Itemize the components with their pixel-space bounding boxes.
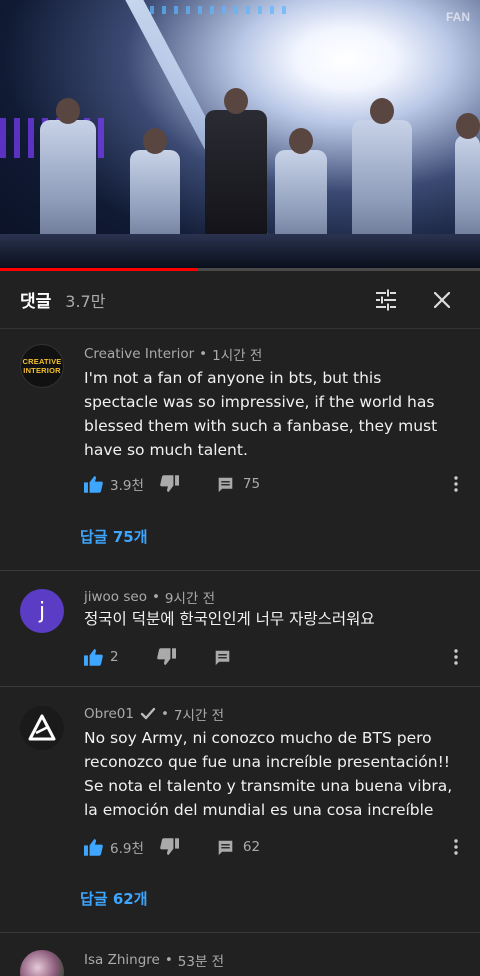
meta-separator: • (199, 346, 208, 362)
avatar-logo-text: CREATIVE (22, 357, 62, 366)
dislike-button[interactable] (160, 838, 179, 856)
meta-separator: • (164, 952, 173, 968)
comment-item: Isa Zhingre • 53분 전 (0, 938, 480, 976)
close-icon (433, 291, 451, 308)
more-vertical-icon (454, 839, 458, 855)
comment-meta: Creative Interior • 1시간 전 (84, 344, 262, 364)
comments-header: 댓글 3.7만 (0, 271, 480, 329)
comment-actions: 6.9천 62 (84, 835, 260, 859)
comment-author[interactable]: jiwoo seo (84, 589, 147, 605)
meta-separator: • (151, 589, 160, 605)
more-vertical-icon (454, 476, 458, 492)
meta-separator: • (160, 706, 169, 722)
reply-button[interactable] (214, 649, 231, 666)
divider (0, 570, 480, 571)
more-options-button[interactable] (446, 645, 466, 669)
thumbs-down-icon (160, 475, 179, 492)
divider (0, 686, 480, 687)
dislike-button[interactable] (156, 648, 176, 666)
comment-item: j jiwoo seo • 9시간 전 정국이 덕분에 한국인인게 너무 자랑스… (0, 575, 480, 685)
thumbs-down-icon (160, 838, 179, 855)
video-player[interactable]: FAN (0, 0, 480, 268)
reply-button[interactable]: 62 (217, 839, 260, 856)
more-options-button[interactable] (446, 472, 466, 496)
view-replies-link[interactable]: 답글 75개 (80, 526, 148, 547)
reply-button[interactable]: 75 (217, 476, 260, 493)
comment-author[interactable]: Isa Zhingre (84, 952, 160, 968)
like-count: 3.9천 (110, 478, 144, 494)
comment-time: 9시간 전 (164, 591, 216, 607)
comment-meta: Obre01 • 7시간 전 (84, 704, 224, 724)
comment-actions: 3.9천 75 (84, 472, 260, 496)
thumbs-down-icon (156, 648, 176, 665)
reply-count: 75 (242, 476, 261, 492)
sort-filter-button[interactable] (368, 282, 404, 318)
avatar-letter: j (38, 598, 46, 624)
avatar[interactable]: j (20, 589, 64, 633)
video-watermark: FAN (446, 10, 470, 24)
comment-text: 정국이 덕분에 한국인인게 너무 자랑스러워요 (84, 610, 375, 628)
comment-text: No soy Army, ni conozco mucho de BTS per… (84, 729, 453, 819)
comments-count: 3.7만 (65, 291, 106, 311)
sort-filter-icon (376, 289, 396, 310)
triangle-logo-icon (28, 714, 56, 741)
comment-author[interactable]: Obre01 (84, 706, 134, 722)
verified-check-icon (140, 707, 156, 720)
reply-comment-icon (218, 840, 233, 855)
stage-lights (150, 6, 290, 14)
avatar[interactable]: CREATIVE INTERIOR (20, 344, 64, 388)
comment-time: 1시간 전 (212, 348, 263, 364)
thumbs-up-icon (84, 649, 103, 666)
like-button[interactable]: 2 (84, 648, 119, 666)
avatar[interactable] (20, 950, 64, 976)
comment-author[interactable]: Creative Interior (84, 346, 194, 362)
reply-count: 62 (242, 839, 261, 855)
avatar[interactable] (20, 706, 64, 750)
stage-floor (0, 234, 480, 268)
more-options-button[interactable] (446, 835, 466, 859)
close-button[interactable] (424, 282, 460, 318)
dislike-button[interactable] (160, 475, 179, 493)
reply-comment-icon (218, 477, 233, 492)
comment-time: 53분 전 (177, 954, 225, 970)
comment-item: Obre01 • 7시간 전 No soy Army, ni conozco m… (0, 692, 480, 932)
thumbs-up-icon (84, 476, 103, 493)
comment-actions: 2 (84, 645, 231, 669)
comment-meta: Isa Zhingre • 53분 전 (84, 950, 224, 970)
reply-comment-icon (215, 650, 229, 665)
like-count: 6.9천 (110, 841, 144, 857)
comment-item: CREATIVE INTERIOR Creative Interior • 1시… (0, 330, 480, 570)
thumbs-up-icon (84, 839, 103, 856)
comment-meta: jiwoo seo • 9시간 전 (84, 587, 215, 607)
comment-text: I'm not a fan of anyone in bts, but this… (84, 369, 438, 459)
avatar-logo-text: INTERIOR (23, 366, 61, 375)
like-button[interactable]: 3.9천 (84, 474, 144, 494)
view-replies-link[interactable]: 답글 62개 (80, 888, 148, 909)
divider (0, 932, 480, 933)
comments-title: 댓글 (20, 292, 52, 312)
like-button[interactable]: 6.9천 (84, 837, 144, 857)
like-count: 2 (110, 649, 119, 665)
more-vertical-icon (454, 649, 458, 665)
comment-time: 7시간 전 (173, 708, 225, 724)
